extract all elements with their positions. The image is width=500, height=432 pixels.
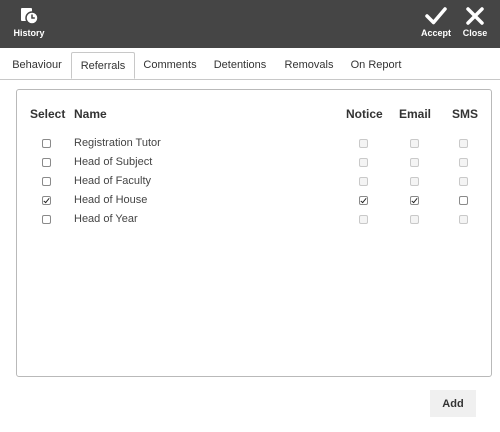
tab-detentions[interactable]: Detentions <box>209 52 271 78</box>
email-checkbox <box>410 158 419 167</box>
notice-checkbox <box>359 139 368 148</box>
toolbar: History Accept Close <box>0 0 500 48</box>
notice-column-header: Notice <box>346 107 383 121</box>
history-icon <box>21 8 39 25</box>
email-checkbox <box>410 139 419 148</box>
checkmark-icon <box>425 7 447 25</box>
notice-checkbox <box>359 215 368 224</box>
notice-checkbox <box>359 177 368 186</box>
tab-on-report[interactable]: On Report <box>347 52 405 78</box>
select-checkbox[interactable] <box>42 215 51 224</box>
history-button[interactable]: History <box>11 0 47 48</box>
notice-checkbox <box>359 158 368 167</box>
email-checkbox <box>410 177 419 186</box>
accept-label: Accept <box>420 28 451 38</box>
sms-checkbox <box>459 215 468 224</box>
close-button[interactable]: Close <box>459 0 491 48</box>
notice-checkbox[interactable] <box>359 196 368 205</box>
referrals-panel <box>16 89 492 377</box>
sms-checkbox <box>459 139 468 148</box>
referral-name: Head of Faculty <box>74 175 152 187</box>
email-checkbox <box>410 215 419 224</box>
referral-name: Head of Year <box>74 213 138 225</box>
select-checkbox[interactable] <box>42 139 51 148</box>
sms-checkbox[interactable] <box>459 196 468 205</box>
tab-comments[interactable]: Comments <box>140 52 200 78</box>
sms-checkbox <box>459 158 468 167</box>
history-label: History <box>13 28 45 38</box>
close-label: Close <box>462 28 488 38</box>
select-checkbox[interactable] <box>42 196 51 205</box>
email-checkbox[interactable] <box>410 196 419 205</box>
select-checkbox[interactable] <box>42 158 51 167</box>
add-button[interactable]: Add <box>430 390 476 417</box>
select-checkbox[interactable] <box>42 177 51 186</box>
referral-name: Registration Tutor <box>74 137 161 149</box>
close-icon <box>466 7 484 25</box>
select-column-header: Select <box>30 107 66 121</box>
referral-name: Head of House <box>74 194 148 206</box>
accept-button[interactable]: Accept <box>420 0 452 48</box>
tab-bar: Behaviour Referrals Comments Detentions … <box>0 52 500 80</box>
referral-name: Head of Subject <box>74 156 153 168</box>
tab-referrals[interactable]: Referrals <box>71 52 135 79</box>
email-column-header: Email <box>399 107 432 121</box>
sms-column-header: SMS <box>452 107 479 121</box>
tab-behaviour[interactable]: Behaviour <box>8 52 66 78</box>
name-column-header: Name <box>74 107 107 121</box>
tab-removals[interactable]: Removals <box>280 52 338 78</box>
sms-checkbox <box>459 177 468 186</box>
